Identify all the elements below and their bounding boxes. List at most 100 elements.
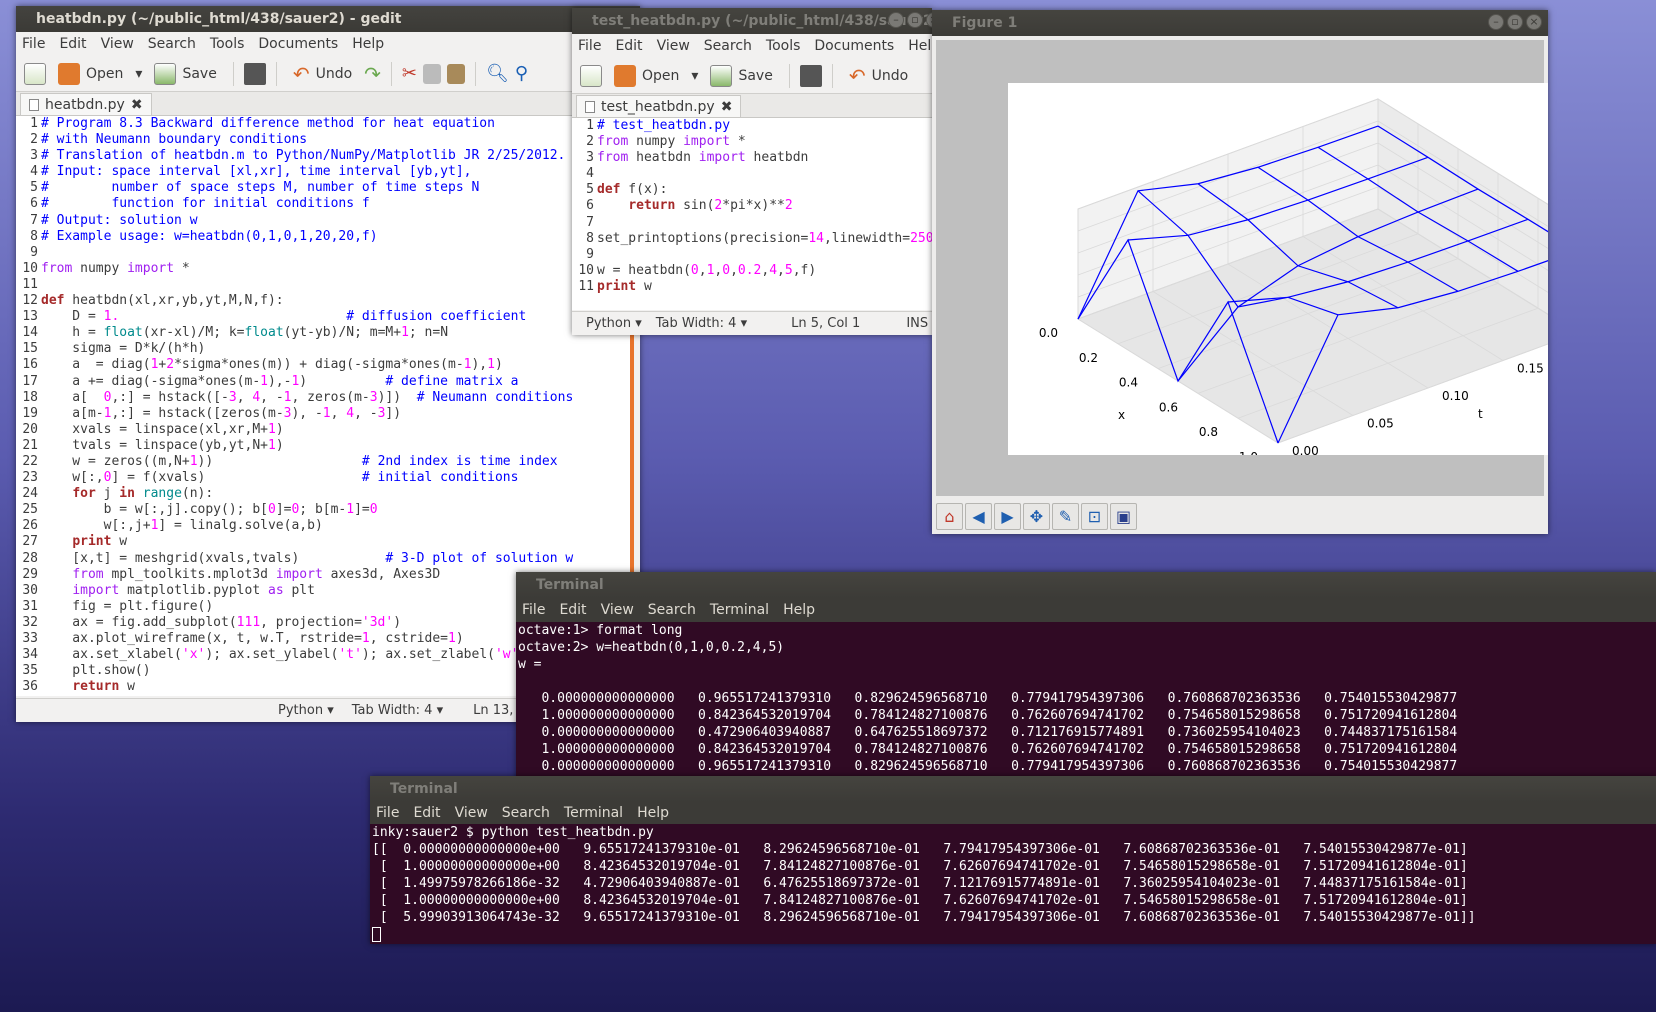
code-token: # Input: space interval [xl,xr], time in… [41,164,472,180]
menu-help[interactable]: Help [783,602,815,618]
code-token: axes3d, Axes3D [322,566,441,582]
chevron-down-icon[interactable]: ▾ [691,68,698,84]
code-line: xvals = linspace(xl,xr,M+1) [41,422,573,438]
code-line: [x,t] = meshgrid(xvals,tvals) # 3-D plot… [41,551,573,567]
menu-terminal[interactable]: Terminal [710,602,769,618]
undo-icon: ↶ [848,63,866,88]
home-icon[interactable]: ⌂ [936,503,963,530]
menu-file[interactable]: File [22,36,45,52]
close-tab-icon[interactable]: ✖ [721,99,733,115]
code-token: from [41,260,73,276]
terminal-line: 0.000000000000000 0.965517241379310 0.82… [518,759,1458,774]
forward-icon[interactable]: ▶ [994,503,1021,530]
open-button[interactable]: Open [52,59,129,89]
print-icon[interactable] [799,64,822,87]
menu-view[interactable]: View [601,602,634,618]
menu-documents[interactable]: Documents [258,36,338,52]
menu-documents[interactable]: Documents [814,38,894,54]
code-token: 111 [236,614,261,630]
tab-heatbdn[interactable]: heatbdn.py ✖ [20,93,152,115]
code-token: set_printoptions(precision= [597,230,809,246]
menu-help[interactable]: Help [637,805,669,821]
code-token: import [72,582,120,598]
save-button[interactable]: Save [148,59,222,89]
menu-search[interactable]: Search [502,805,550,821]
menu-terminal[interactable]: Terminal [564,805,623,821]
new-document-icon[interactable] [580,64,602,87]
terminal-output[interactable]: inky:sauer2 $ python test_heatbdn.py [[ 0… [372,824,1654,944]
code-token: # function for initial conditions f [41,196,370,212]
code-token: * [174,260,190,276]
line-number: 8 [586,230,594,246]
open-button[interactable]: Open [608,61,685,91]
menu-view[interactable]: View [101,36,134,52]
code-editor[interactable]: 1 2 3 4 5 6 7 8 9 10 11 # test_heatbdn.py from nump… [572,118,932,310]
code-token: ]= [275,502,292,518]
pan-icon[interactable]: ✥ [1023,503,1050,530]
line-number: 9 [586,246,594,262]
print-icon[interactable] [243,62,266,85]
copy-icon[interactable] [423,63,442,84]
menu-tools[interactable]: Tools [766,38,801,54]
tab-test-heatbdn[interactable]: test_heatbdn.py ✖ [576,95,742,117]
line-number: 21 [22,437,38,453]
code-text: # test_heatbdn.py from numpy import * from… [597,118,932,295]
close-icon[interactable]: × [1526,14,1542,30]
redo-icon[interactable]: ↷ [364,62,381,86]
menu-file[interactable]: File [522,602,545,618]
undo-button[interactable]: ↶ Undo [843,61,914,91]
code-token: 0 [690,262,699,278]
tab-width-selector[interactable]: Tab Width: 4 ▾ [352,703,443,718]
language-selector[interactable]: Python ▾ [586,316,642,331]
code-token: sin( [675,198,715,214]
menu-help[interactable]: Help [352,36,384,52]
replace-icon[interactable]: ⚲ [515,63,528,84]
code-token: plt.show() [41,663,151,679]
menu-search[interactable]: Search [148,36,196,52]
code-line: a += diag(-sigma*ones(m-1),-1) # define … [41,374,573,390]
line-number: 2 [586,134,594,150]
chevron-down-icon[interactable]: ▾ [135,66,142,82]
code-line: # Input: space interval [xl,xr], time in… [41,164,573,180]
line-number: 2 [30,132,38,148]
save-button[interactable]: Save [704,61,778,91]
code-token: ), - [291,405,323,421]
undo-button[interactable]: ↶ Undo [287,59,358,89]
menu-tools[interactable]: Tools [210,36,245,52]
menu-edit[interactable]: Edit [59,36,86,52]
zoom-icon[interactable]: ⊡ [1081,503,1108,530]
back-icon[interactable]: ◀ [965,503,992,530]
maximize-icon[interactable]: ▫ [1507,14,1523,30]
terminal-line: [ 1.00000000000000e+00 8.42364532019704e… [372,859,1468,874]
tab-width-selector[interactable]: Tab Width: 4 ▾ [656,316,747,331]
code-line: # function for initial conditions f [41,196,573,212]
menu-search[interactable]: Search [648,602,696,618]
code-token: 1 [322,405,331,421]
minimize-icon[interactable]: – [1488,14,1504,30]
code-token: w[:,j+ [41,518,151,534]
code-token: ),- [267,373,292,389]
menu-search[interactable]: Search [704,38,752,54]
code-token: mpl_toolkits.mplot3d [103,566,276,582]
close-tab-icon[interactable]: ✖ [131,97,143,113]
menu-file[interactable]: File [376,805,399,821]
configure-icon[interactable]: ✎ [1052,503,1079,530]
menu-view[interactable]: View [455,805,488,821]
code-token: a[m- [41,405,104,421]
code-token: 4 [252,389,261,405]
maximize-icon[interactable]: ▫ [907,12,923,28]
find-icon[interactable]: 🔍︎ [486,63,509,84]
menu-edit[interactable]: Edit [559,602,586,618]
minimize-icon[interactable]: – [888,12,904,28]
menu-edit[interactable]: Edit [615,38,642,54]
menu-help[interactable]: Help [908,38,932,54]
language-selector[interactable]: Python ▾ [278,703,334,718]
cut-icon[interactable]: ✂ [402,63,417,84]
wireframe-plot[interactable]: 0.00.20.40.60.81.00.000.050.100.150.200.… [1008,83,1548,455]
paste-icon[interactable] [447,63,466,84]
menu-edit[interactable]: Edit [413,805,440,821]
save-icon[interactable]: ▣ [1110,503,1137,530]
menu-view[interactable]: View [657,38,690,54]
new-document-icon[interactable] [24,62,46,85]
menu-file[interactable]: File [578,38,601,54]
